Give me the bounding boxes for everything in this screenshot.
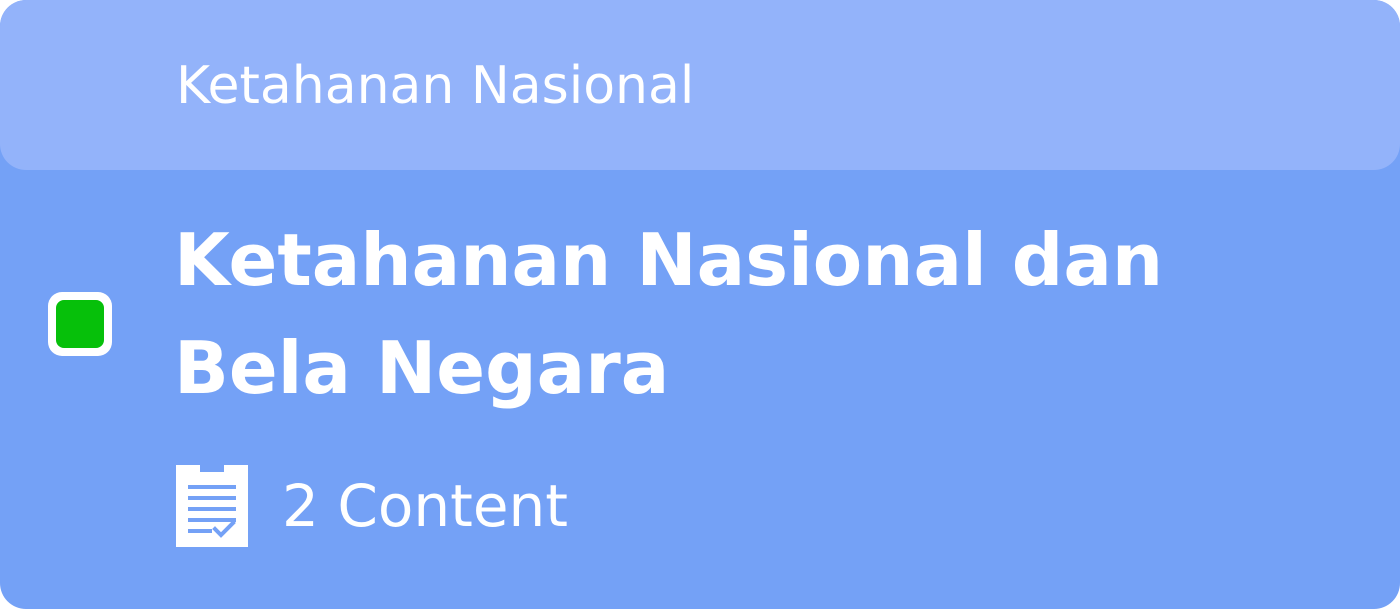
status-indicator-fill xyxy=(56,300,104,348)
card-header-title: Ketahanan Nasional xyxy=(176,56,695,116)
content-count-row: 2 Content xyxy=(176,465,568,547)
course-card[interactable]: Ketahanan Nasional Ketahanan Nasional da… xyxy=(0,0,1400,609)
card-header: Ketahanan Nasional xyxy=(0,0,1400,170)
clipboard-check-icon xyxy=(176,465,248,547)
content-count: 2 Content xyxy=(282,472,569,540)
course-title: Ketahanan Nasional dan Bela Negara xyxy=(174,218,1164,410)
status-indicator xyxy=(48,292,112,356)
